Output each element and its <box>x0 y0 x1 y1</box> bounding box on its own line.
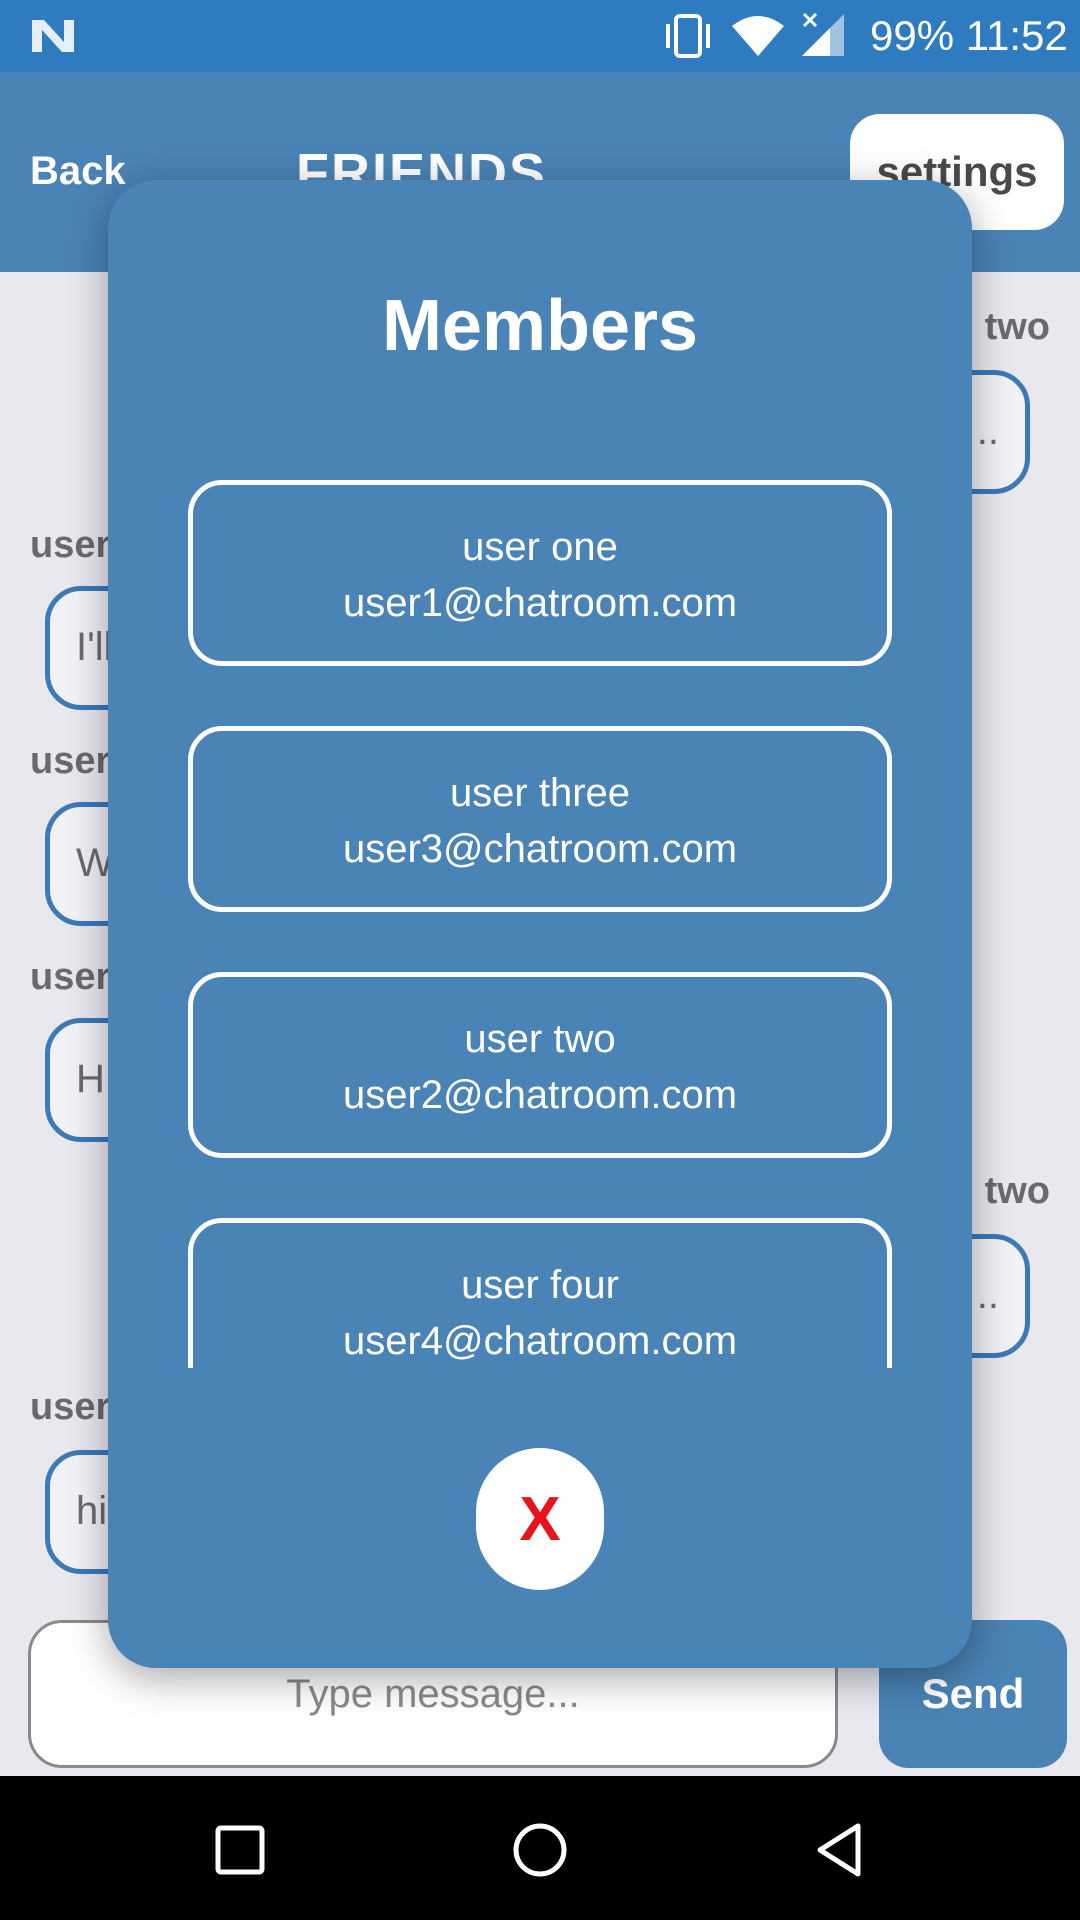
message-sender: user <box>30 1386 111 1428</box>
member-email: user1@chatroom.com <box>342 581 738 625</box>
close-button[interactable]: X <box>476 1448 604 1590</box>
signal-icon <box>802 12 844 56</box>
n-logo-icon <box>32 20 74 52</box>
message-sender: user <box>30 956 111 998</box>
member-card[interactable]: user four user4@chatroom.com <box>188 1218 892 1368</box>
member-card[interactable]: user two user2@chatroom.com <box>188 972 892 1158</box>
vibrate-icon <box>666 14 710 58</box>
member-email: user4@chatroom.com <box>342 1319 738 1363</box>
back-button[interactable]: Back <box>30 149 126 194</box>
members-modal: Members user one user1@chatroom.com user… <box>108 180 972 1668</box>
back-nav-icon[interactable] <box>810 1820 870 1880</box>
message-sender: two <box>984 306 1050 348</box>
message-sender: two <box>984 1170 1050 1212</box>
clock: 11:52 <box>965 12 1068 59</box>
member-name: user four <box>461 1263 619 1307</box>
member-name: user one <box>462 525 618 569</box>
status-info: 99% 11:52 <box>870 12 1068 60</box>
member-list[interactable]: user one user1@chatroom.com user three u… <box>188 480 892 1368</box>
message-sender: user <box>30 740 111 782</box>
member-name: user three <box>449 771 631 815</box>
recents-icon[interactable] <box>210 1820 270 1880</box>
modal-title: Members <box>381 286 699 366</box>
status-bar: 99% 11:52 <box>0 0 1080 72</box>
member-card[interactable]: user one user1@chatroom.com <box>188 480 892 666</box>
member-card[interactable]: user three user3@chatroom.com <box>188 726 892 912</box>
member-email: user2@chatroom.com <box>342 1073 738 1117</box>
home-icon[interactable] <box>510 1820 570 1880</box>
member-email: user3@chatroom.com <box>342 827 738 871</box>
member-name: user two <box>464 1017 616 1061</box>
battery-level: 99% <box>870 12 955 59</box>
wifi-icon <box>732 16 784 56</box>
message-sender: user <box>30 524 111 566</box>
navigation-bar <box>0 1776 1080 1920</box>
